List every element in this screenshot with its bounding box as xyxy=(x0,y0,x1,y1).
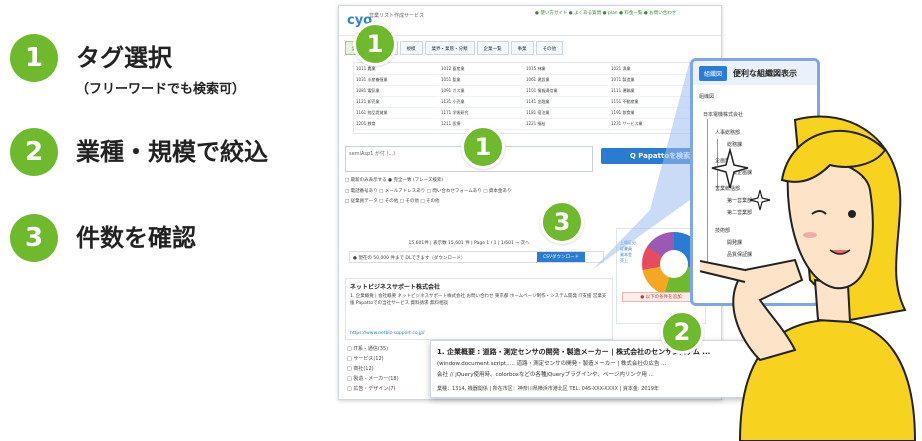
org-chart-header: 組織図 便利な組織図表示 xyxy=(693,61,817,85)
sparkle-icon xyxy=(749,189,771,211)
badge-2-filter: 2 xyxy=(660,310,704,354)
org-chart-tag[interactable]: 組織図 xyxy=(699,65,728,81)
woman-illustration xyxy=(700,115,917,441)
org-chart-title: 便利な組織図表示 xyxy=(733,68,798,78)
badge-1-tags: 1 xyxy=(353,22,397,66)
badge-1-search: 1 xyxy=(461,125,505,169)
sparkle-icon xyxy=(711,147,749,189)
org-chart-subhead: 組織図 xyxy=(699,94,715,100)
badge-3-count: 3 xyxy=(540,200,584,244)
